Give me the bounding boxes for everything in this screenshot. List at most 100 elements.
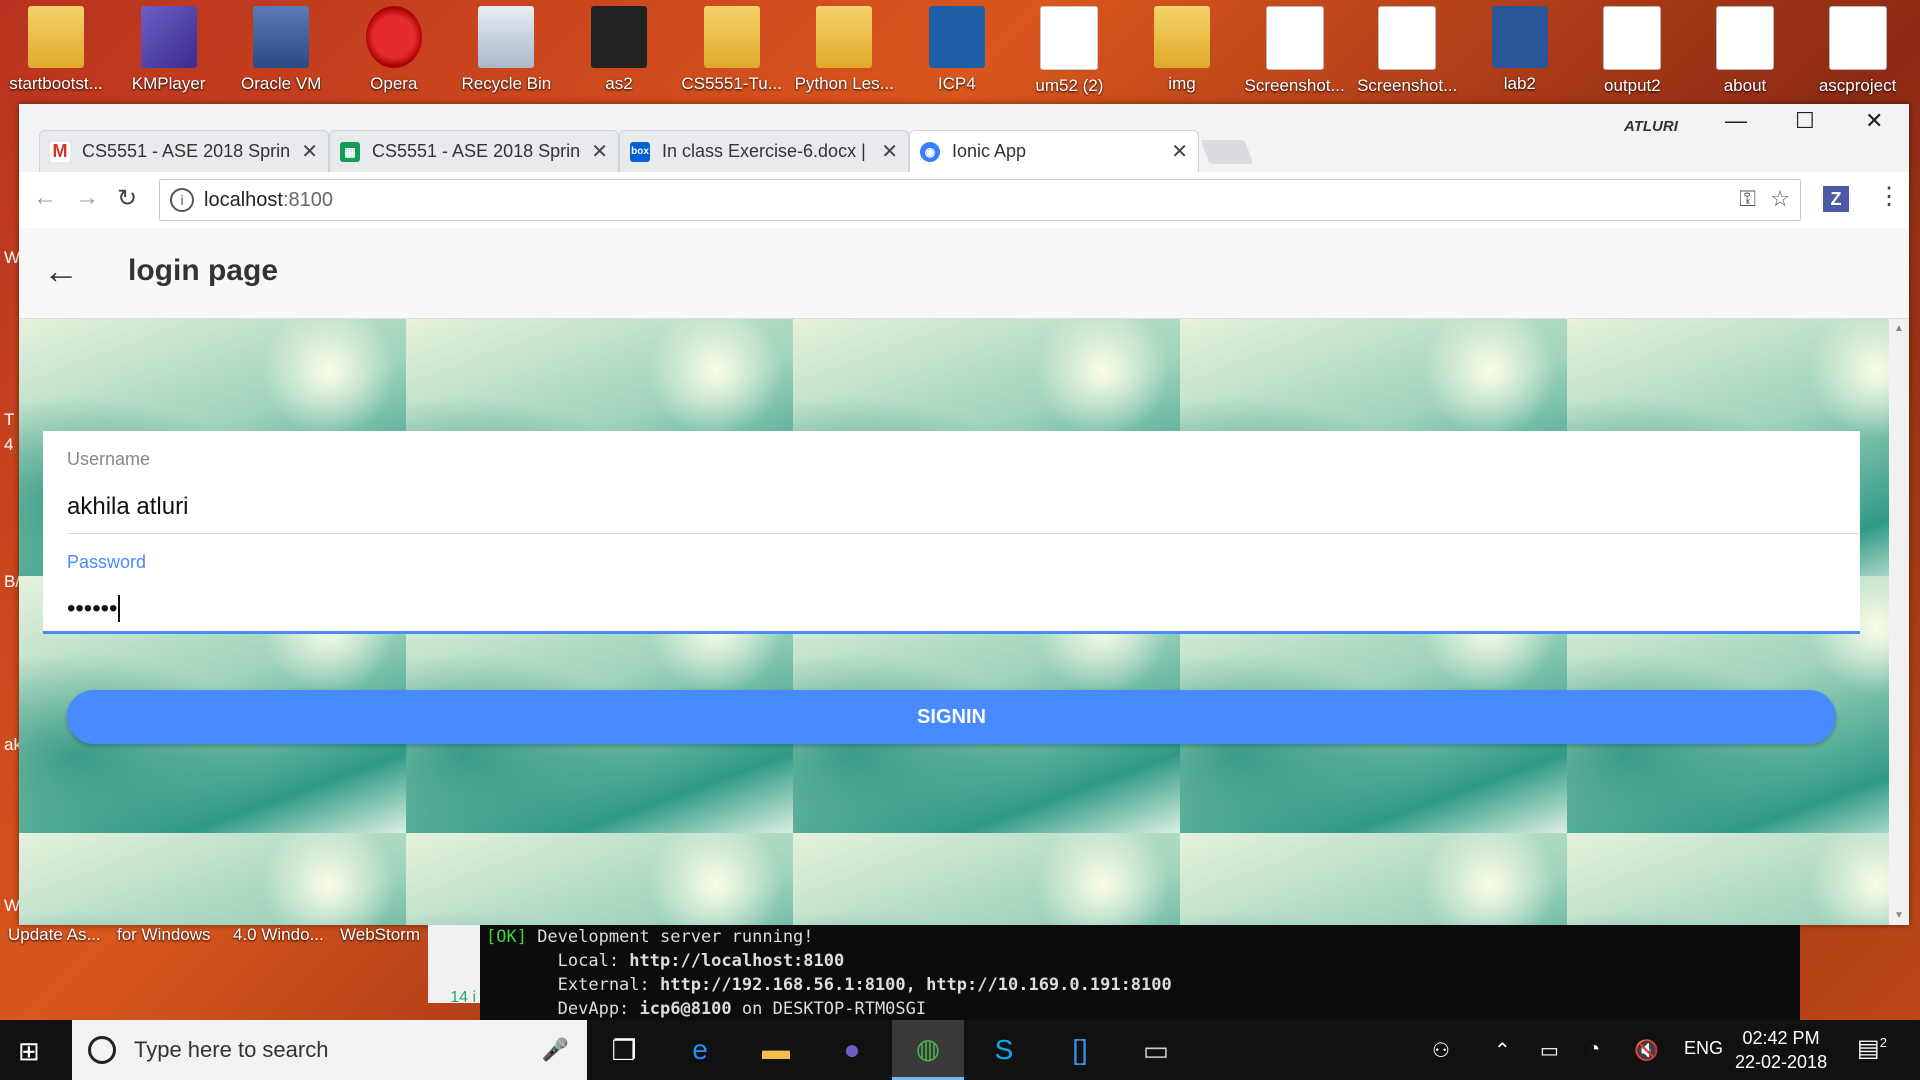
language-indicator[interactable]: ENG: [1684, 1038, 1723, 1059]
close-icon[interactable]: ✕: [591, 139, 608, 164]
volume-muted-icon[interactable]: 🔇: [1634, 1038, 1659, 1063]
desktop-shortcut[interactable]: Opera: [338, 6, 450, 94]
profile-name[interactable]: ATLURI: [1624, 118, 1678, 135]
cortana-icon[interactable]: [88, 1036, 116, 1064]
skype-icon[interactable]: S: [968, 1020, 1040, 1080]
signin-button[interactable]: SIGNIN: [67, 690, 1836, 744]
desktop-shortcut[interactable]: lab2: [1464, 6, 1576, 94]
command-prompt-icon[interactable]: ▭: [1120, 1020, 1192, 1080]
gmail-icon: M: [50, 141, 70, 162]
eclipse-icon[interactable]: ●: [816, 1020, 888, 1080]
forward-icon[interactable]: →: [75, 184, 99, 212]
tab-title: Ionic App: [952, 141, 1027, 161]
back-arrow-icon[interactable]: ←: [43, 250, 79, 292]
desktop-shortcut[interactable]: um52 (2): [1013, 6, 1125, 96]
battery-icon[interactable]: ▭: [1540, 1038, 1559, 1063]
chrome-icon[interactable]: ◍: [892, 1020, 964, 1080]
close-icon[interactable]: ✕: [1171, 139, 1188, 164]
desktop-shortcut[interactable]: img: [1126, 6, 1238, 94]
desktop-label[interactable]: for Windows: [117, 925, 211, 945]
edge-letter: W: [4, 248, 21, 267]
username-input[interactable]: akhila atluri: [67, 493, 188, 521]
reload-icon[interactable]: ↻: [117, 184, 137, 213]
search-box[interactable]: Type here to search 🎤: [72, 1020, 587, 1080]
external-urls: http://192.168.56.1:8100, http://10.169.…: [660, 975, 1172, 995]
edge-icon[interactable]: e: [664, 1020, 736, 1080]
tab-ionic-app[interactable]: ◉ Ionic App ✕: [909, 130, 1199, 172]
pycharm-icon: [591, 6, 647, 68]
tab-title: CS5551 - ASE 2018 Sprin: [82, 141, 291, 161]
windows-start-icon[interactable]: ⊞: [18, 1036, 40, 1067]
image-icon: [1378, 6, 1437, 70]
desktop-shortcut-label: Screenshot...: [1357, 76, 1458, 95]
desktop-label[interactable]: WebStorm: [340, 925, 420, 945]
edge-letter: W: [4, 896, 21, 915]
desktop-shortcut[interactable]: KMPlayer: [113, 6, 225, 94]
folder-icon: [1154, 6, 1210, 68]
close-window-icon[interactable]: ✕: [1865, 108, 1883, 134]
desktop-shortcut[interactable]: Python Les...: [788, 6, 900, 94]
desktop-shortcut[interactable]: as2: [563, 6, 675, 94]
new-tab-button[interactable]: [1200, 140, 1254, 164]
bookmark-star-icon[interactable]: ☆: [1770, 186, 1790, 212]
desktop-shortcut[interactable]: ICP4: [901, 6, 1013, 94]
info-icon[interactable]: i: [170, 188, 194, 212]
file-explorer-icon[interactable]: ▬: [740, 1020, 812, 1080]
desktop-shortcut[interactable]: Screenshot...: [1239, 6, 1351, 96]
scroll-up-icon[interactable]: ▲: [1894, 323, 1904, 334]
action-center-icon[interactable]: ▤2: [1857, 1034, 1887, 1063]
edge-letter: 4: [4, 435, 14, 454]
scrollbar[interactable]: ▲ ▼: [1889, 319, 1909, 925]
ionic-icon: ◉: [920, 141, 940, 162]
text-cursor: [118, 595, 121, 622]
terminal-line: Development server running!: [526, 927, 814, 947]
password-label: Password: [67, 552, 147, 572]
desktop-shortcut[interactable]: Oracle VM: [225, 6, 337, 94]
terminal-window[interactable]: [OK] Development server running! Local: …: [480, 925, 1800, 1023]
key-icon[interactable]: ⚿: [1739, 186, 1756, 212]
tab-sheets[interactable]: ▦ CS5551 - ASE 2018 Sprin ✕: [329, 130, 619, 172]
desktop-shortcut[interactable]: ascproject: [1802, 6, 1914, 96]
desktop-shortcut[interactable]: about: [1689, 6, 1801, 96]
task-view-icon[interactable]: ❐: [588, 1020, 660, 1080]
file-icon: [1716, 6, 1774, 70]
desktop-label[interactable]: Update As...: [8, 925, 101, 945]
chevron-up-icon[interactable]: ⌃: [1494, 1038, 1511, 1063]
brackets-icon: [928, 6, 985, 68]
window-peek[interactable]: 14 i: [428, 925, 480, 1006]
tab-gmail[interactable]: M CS5551 - ASE 2018 Sprin ✕: [39, 130, 329, 172]
maximize-icon[interactable]: ☐: [1795, 108, 1815, 134]
edge-letter: B/: [4, 572, 21, 591]
close-icon[interactable]: ✕: [301, 139, 318, 164]
desktop-shortcut[interactable]: Screenshot...: [1351, 6, 1463, 96]
address-bar[interactable]: i localhost :8100 ⚿ ☆: [159, 179, 1801, 221]
scroll-down-icon[interactable]: ▼: [1894, 910, 1904, 921]
desktop-shortcut[interactable]: Recycle Bin: [450, 6, 562, 94]
tab-box[interactable]: box In class Exercise-6.docx | ✕: [619, 130, 909, 172]
desktop-shortcut[interactable]: output2: [1576, 6, 1688, 96]
time: 02:42 PM: [1742, 1028, 1820, 1048]
extension-z-icon[interactable]: Z: [1823, 186, 1849, 212]
back-icon[interactable]: ←: [33, 184, 57, 212]
page-title: login page: [128, 254, 278, 287]
desktop-shortcut[interactable]: CS5551-Tu...: [676, 6, 788, 94]
minimize-icon[interactable]: —: [1725, 108, 1747, 134]
terminal-label: Local:: [486, 951, 630, 971]
clock[interactable]: 02:42 PM 22-02-2018: [1735, 1026, 1827, 1074]
brackets-icon[interactable]: []: [1044, 1020, 1116, 1080]
desktop-shortcut-label: CS5551-Tu...: [681, 74, 782, 93]
password-input[interactable]: ••••••: [67, 595, 121, 623]
desktop-shortcut-label: as2: [605, 74, 633, 93]
people-icon[interactable]: ⚇: [1432, 1038, 1450, 1063]
menu-kebab-icon[interactable]: ⋮: [1877, 182, 1901, 211]
box-icon: box: [630, 141, 650, 162]
virtualbox-icon: [253, 6, 310, 68]
wifi-icon[interactable]: ◔: [1588, 1038, 1600, 1061]
desktop-label[interactable]: 4.0 Windo...: [233, 925, 324, 945]
microphone-icon[interactable]: 🎤: [542, 1037, 569, 1063]
local-url: http://localhost:8100: [629, 951, 845, 971]
search-placeholder: Type here to search: [134, 1037, 329, 1062]
file-icon: [1828, 6, 1887, 70]
close-icon[interactable]: ✕: [881, 139, 898, 164]
focus-underline: [43, 631, 1860, 634]
